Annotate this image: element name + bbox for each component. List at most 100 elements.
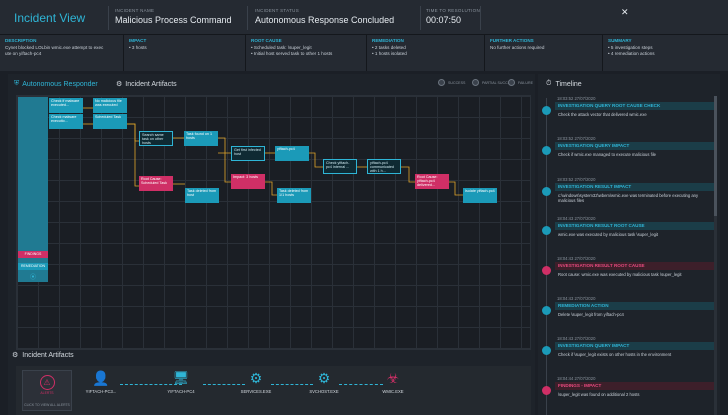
summary-strip: DESCRIPTION Cynet blocked LOLbin wmic.ex… [0, 35, 728, 71]
incident-status-block: INCIDENT STATUS Autonomous Response Conc… [255, 8, 394, 25]
timeline-dot [542, 146, 551, 155]
timeline-body: c:\windows\system32\wbem\wmic.exe was te… [558, 193, 699, 204]
timeline-body: \super_legit was found on additional 2 h… [558, 392, 640, 397]
summary-label: IMPACT [129, 38, 147, 43]
timeline-dot [542, 306, 551, 315]
clock-icon: ⏱ [546, 80, 552, 87]
artifact-malicious-process[interactable]: ☣ WMIC.EXE [368, 369, 418, 394]
summary-label: DESCRIPTION [5, 38, 37, 43]
incident-name-block: INCIDENT NAME Malicious Process Command [115, 8, 232, 25]
graph-node[interactable]: Check malware executio... [49, 114, 83, 129]
alerts-label: ALERTS [40, 391, 54, 395]
graph-node[interactable]: Check if malware executed... [49, 98, 83, 113]
biohazard-icon: ☣ [386, 370, 400, 386]
responder-graph[interactable]: Check if malware executed... No maliciou… [16, 95, 531, 350]
tab-incident-artifacts[interactable]: ⚙ Incident Artifacts [116, 80, 177, 89]
summary-text: • 5 investigation steps • 4 remediation … [608, 45, 655, 56]
ttr-value: 00:07:50 [426, 15, 462, 25]
findings-pill: FINDINGS [18, 251, 48, 258]
shield-icon: ⛨ [14, 80, 20, 87]
graph-node[interactable]: Scheduled Task [93, 114, 127, 129]
view-all-alerts-link[interactable]: CLICK TO VIEW ALL ALERTS [23, 403, 71, 407]
gear-icon: ⚙ [317, 370, 331, 386]
summary-label: SUMMARY [608, 38, 632, 43]
responder-panel: ⛨ Autonomous Responder ⚙ Incident Artifa… [8, 74, 535, 415]
timeline-timestamp: 18:04:43 27/07/2020 [557, 256, 596, 261]
artifacts-icon: ⚙ [116, 81, 123, 88]
tab-label: Incident Artifacts [125, 80, 177, 88]
graph-node[interactable]: No malicious file was executed [93, 98, 127, 113]
artifact-label: YIFTACH-PC3... [85, 389, 117, 394]
artifact-label: SVCHOST.EXE [309, 389, 339, 394]
graph-node[interactable]: yiftach-pc4 [275, 146, 309, 161]
artifact-label: WMIC.EXE [382, 389, 404, 394]
close-icon[interactable]: ✕ [621, 7, 629, 18]
header-divider [247, 6, 248, 30]
timeline-dot [542, 266, 551, 275]
summary-text: • 3 hosts [129, 45, 147, 50]
alert-icon: ⚠ [39, 375, 55, 390]
summary-text: No further actions required [490, 45, 545, 50]
tab-autonomous-responder[interactable]: ⛨ Autonomous Responder [14, 80, 98, 88]
graph-node[interactable]: Task found on 1 hosts [184, 131, 218, 146]
remediation-pill: REMEDIATION [18, 263, 48, 270]
timeline-dot [542, 187, 551, 196]
timeline-body: Check the attack vector that delivered w… [558, 112, 647, 117]
summary-further-actions: FURTHER ACTIONS No further actions requi… [485, 35, 603, 71]
incident-status: Autonomous Response Concluded [255, 15, 395, 25]
artifact-host[interactable]: 👤 YIFTACH-PC3... [76, 369, 126, 394]
summary-label: ROOT CAUSE [251, 38, 282, 43]
timeline-heading: INVESTIGATION QUERY IMPACT [555, 342, 715, 350]
panel-tabs: ⛨ Autonomous Responder ⚙ Incident Artifa… [8, 74, 535, 94]
timeline-timestamp: 18:04:43 27/07/2020 [557, 296, 596, 301]
alerts-box[interactable]: ⚠ ALERTS CLICK TO VIEW ALL ALERTS [22, 370, 72, 411]
timeline-panel: ⏱ Timeline 18:03:52 27/07/2020 INVESTIGA… [538, 74, 720, 415]
graph-node[interactable]: Task deleted from 1/1 hosts [277, 188, 311, 203]
partial-success-icon [472, 79, 479, 86]
graph-node[interactable]: yiftach-pc4 communicated with 1 h... [367, 159, 401, 174]
timeline-heading: REMEDIATION ACTION [555, 302, 715, 310]
summary-label: REMEDIATION [372, 38, 404, 43]
graph-node[interactable]: Task deleted from host [185, 188, 219, 203]
timeline-body: Check if \super_legit exists on other ho… [558, 352, 672, 357]
timeline-heading: INVESTIGATION QUERY IMPACT [555, 142, 715, 150]
monitor-icon: 🖥 [172, 370, 190, 385]
timeline-timestamp: 18:03:52 27/07/2020 [557, 136, 596, 141]
graph-node[interactable]: Search same task on other hosts [139, 131, 173, 146]
legend-label: FAILURE [518, 80, 533, 85]
graph-node[interactable]: Root Cause: Scheduled Task [139, 176, 173, 191]
graph-node[interactable]: Root Cause: yiftach-pc4 delivered... [415, 174, 449, 189]
artifacts-icon: ⚙ [12, 352, 19, 359]
summary-text: Cynet blocked LOLbin wmic.exe attempt to… [5, 45, 104, 56]
graph-node[interactable]: Isolate yiftach-pc4 [463, 188, 497, 203]
artifact-host[interactable]: 🖥 YIFTACH-PC4 [156, 369, 206, 394]
timeline-dot [542, 226, 551, 235]
summary-description: DESCRIPTION Cynet blocked LOLbin wmic.ex… [0, 35, 124, 71]
timeline-heading: FINDINGS - IMPACT [555, 382, 715, 390]
timeline-body: Check if wmic.exe managed to execute mal… [558, 152, 656, 157]
graph-node[interactable]: Impact: 3 hosts [231, 174, 265, 189]
user-icon: 👤 [92, 370, 110, 386]
legend-label: SUCCESS [448, 80, 466, 85]
graph-node[interactable]: Get first infected host [231, 146, 265, 161]
remediation-icon: ⦿ [30, 275, 37, 281]
artifact-process[interactable]: ⚙ SERVICES.EXE [231, 369, 281, 394]
timeline-scrollbar[interactable] [714, 96, 717, 415]
header-divider [108, 6, 109, 30]
timeline-header: ⏱ Timeline [546, 80, 582, 88]
artifact-process[interactable]: ⚙ SVCHOST.EXE [299, 369, 349, 394]
summary-text: • Scheduled task: \super_legit • Initial… [251, 45, 333, 56]
header-divider [420, 6, 421, 30]
summary-label: FURTHER ACTIONS [490, 38, 534, 43]
graph-node[interactable]: Check yiftach-pc4 internal ... [323, 159, 357, 174]
artifacts-row: ⚠ ALERTS CLICK TO VIEW ALL ALERTS 👤 YIFT… [16, 366, 531, 415]
artifact-label: YIFTACH-PC4 [167, 389, 195, 394]
scrollbar-thumb[interactable] [714, 96, 717, 216]
incident-name: Malicious Process Command [115, 15, 232, 25]
success-icon [438, 79, 445, 86]
timeline-heading: INVESTIGATION QUERY ROOT CAUSE CHECK [555, 102, 715, 110]
timeline-dot [542, 386, 551, 395]
graph-connectors [83, 107, 463, 196]
timeline-body: Delete \super_legit from yiftach-pc4 [558, 312, 624, 317]
timeline-timestamp: 18:03:52 27/07/2020 [557, 96, 596, 101]
